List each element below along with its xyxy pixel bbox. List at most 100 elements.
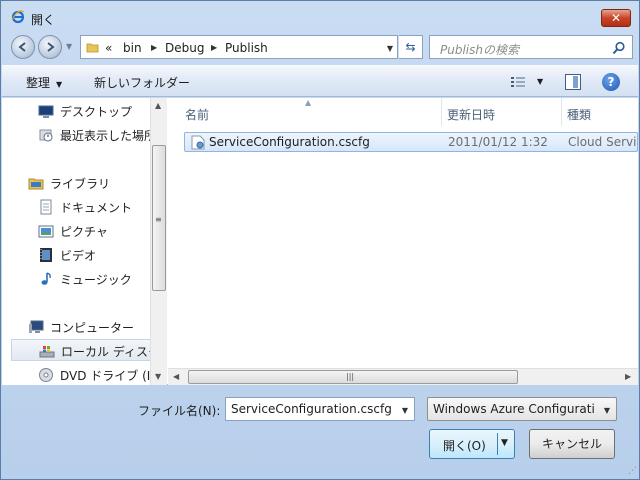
nav-item-label: コンピューター xyxy=(50,321,135,335)
filename-label: ファイル名(N): xyxy=(138,404,221,418)
organize-button[interactable]: 整理 ▼ xyxy=(26,74,62,91)
nav-item-label: ドキュメント xyxy=(60,201,133,215)
filename-value: ServiceConfiguration.cscfg xyxy=(231,402,392,416)
navigation-pane: デスクトップ 最近表示した場所 ライブラリ ドキュメント ピクチャ ビデオ ミュ… xyxy=(2,98,150,385)
forward-arrow-icon xyxy=(47,42,55,52)
view-dropdown-icon[interactable]: ▼ xyxy=(537,77,543,86)
scroll-left-icon[interactable]: ◀ xyxy=(173,372,179,381)
open-file-dialog: 開く ✕ ▼ « bin ▶ Debug ▶ Publish ▼ ⇆ Publi… xyxy=(0,0,640,480)
column-header-date[interactable]: 更新日時 xyxy=(442,98,562,126)
refresh-button[interactable]: ⇆ xyxy=(399,35,423,59)
breadcrumb-debug[interactable]: Debug xyxy=(165,41,204,55)
resize-grip-icon[interactable]: ⋰ xyxy=(628,466,637,476)
breadcrumb-separator-icon[interactable]: ▶ xyxy=(211,43,217,52)
file-type-select[interactable]: Windows Azure Configuratio ▼ xyxy=(427,397,617,421)
organize-label: 整理 xyxy=(26,76,51,90)
dvd-drive-icon xyxy=(39,368,53,382)
nav-item-label: ビデオ xyxy=(60,249,97,263)
column-header-type[interactable]: 種類 xyxy=(562,98,638,126)
address-dropdown-icon[interactable]: ▼ xyxy=(387,44,393,53)
nav-item-recent-places[interactable]: 最近表示した場所 xyxy=(2,124,150,146)
nav-item-local-disk[interactable]: ローカル ディスク xyxy=(11,339,150,361)
cancel-button[interactable]: キャンセル xyxy=(529,429,615,459)
navigation-pane-scrollbar[interactable]: ▲ ≡ ▼ xyxy=(150,98,167,385)
search-icon[interactable] xyxy=(612,41,626,55)
navigation-bar: ▼ « bin ▶ Debug ▶ Publish ▼ ⇆ Publishの検索 xyxy=(1,33,639,61)
breadcrumb-bin[interactable]: bin xyxy=(123,41,142,55)
address-bar[interactable]: « bin ▶ Debug ▶ Publish ▼ xyxy=(80,35,398,59)
nav-item-dvd-drive[interactable]: DVD ドライブ (I xyxy=(2,364,150,385)
nav-item-videos[interactable]: ビデオ xyxy=(2,244,150,266)
nav-item-computer[interactable]: コンピューター xyxy=(2,316,150,338)
scroll-down-icon[interactable]: ▼ xyxy=(155,372,161,381)
refresh-icon: ⇆ xyxy=(405,40,416,54)
new-folder-button[interactable]: 新しいフォルダー xyxy=(94,74,190,91)
content-area: デスクトップ 最近表示した場所 ライブラリ ドキュメント ピクチャ ビデオ ミュ… xyxy=(2,98,638,385)
scroll-right-icon[interactable]: ▶ xyxy=(625,372,631,381)
breadcrumb-publish[interactable]: Publish xyxy=(225,41,268,55)
nav-item-libraries[interactable]: ライブラリ xyxy=(2,172,150,194)
file-name: ServiceConfiguration.cscfg xyxy=(209,135,370,149)
back-button[interactable] xyxy=(11,35,35,59)
file-date: 2011/01/12 1:32 xyxy=(448,135,548,149)
search-box[interactable]: Publishの検索 xyxy=(429,35,633,59)
nav-item-documents[interactable]: ドキュメント xyxy=(2,196,150,218)
breadcrumb-separator-icon[interactable]: ▶ xyxy=(151,43,157,52)
column-date-label: 更新日時 xyxy=(447,108,496,122)
music-icon xyxy=(41,272,51,285)
scroll-up-icon[interactable]: ▲ xyxy=(155,101,161,110)
window-title: 開く xyxy=(31,13,56,27)
column-type-label: 種類 xyxy=(567,108,592,122)
pictures-icon xyxy=(38,225,54,238)
file-row[interactable]: ServiceConfiguration.cscfg 2011/01/12 1:… xyxy=(184,132,638,152)
view-options-icon[interactable] xyxy=(510,75,526,89)
search-input[interactable]: Publishの検索 xyxy=(440,41,519,58)
nav-item-label: デスクトップ xyxy=(60,105,133,119)
nav-item-label: ピクチャ xyxy=(60,225,108,239)
sort-ascending-icon: ▲ xyxy=(305,98,312,107)
open-button-label: 開く(O) xyxy=(443,439,486,453)
file-list: 名前 ▲ 更新日時 種類 ServiceConfiguration.cscfg … xyxy=(168,98,638,385)
scroll-grip-icon: ≡ xyxy=(155,215,162,224)
nav-item-pictures[interactable]: ピクチャ xyxy=(2,220,150,242)
split-divider xyxy=(497,433,498,455)
column-header-name[interactable]: 名前 ▲ xyxy=(168,98,442,126)
nav-item-label: ローカル ディスク xyxy=(61,345,150,359)
open-button[interactable]: 開く(O) ▼ xyxy=(429,429,515,459)
scroll-grip-icon: ||| xyxy=(346,372,355,381)
nav-item-label: ライブラリ xyxy=(50,177,111,191)
help-icon[interactable]: ? xyxy=(602,73,620,91)
local-disk-icon xyxy=(39,346,55,358)
nav-item-desktop[interactable]: デスクトップ xyxy=(2,100,150,122)
chevron-down-icon[interactable]: ▼ xyxy=(402,406,408,415)
file-type-value: Windows Azure Configuratio xyxy=(433,402,595,416)
documents-icon xyxy=(40,199,52,215)
forward-button[interactable] xyxy=(38,35,62,59)
computer-icon xyxy=(29,320,44,333)
open-options-dropdown-icon[interactable]: ▼ xyxy=(501,438,508,448)
nav-item-music[interactable]: ミュージック xyxy=(2,268,150,290)
filename-field[interactable]: ServiceConfiguration.cscfg ▼ xyxy=(225,397,415,421)
chevron-down-icon[interactable]: ▼ xyxy=(604,406,610,415)
breadcrumb-overflow[interactable]: « xyxy=(105,41,112,55)
nav-item-label: ミュージック xyxy=(60,273,132,287)
recent-places-icon xyxy=(39,129,53,142)
library-icon xyxy=(28,178,44,190)
nav-item-label: 最近表示した場所 xyxy=(60,129,150,143)
title-bar: 開く ✕ xyxy=(1,1,639,31)
file-list-horizontal-scrollbar[interactable]: ◀ ||| ▶ xyxy=(168,368,638,385)
internet-explorer-icon xyxy=(11,10,25,24)
back-arrow-icon xyxy=(18,42,26,52)
preview-pane-icon[interactable] xyxy=(565,74,581,90)
config-file-icon xyxy=(191,135,205,150)
recent-pages-dropdown[interactable]: ▼ xyxy=(66,42,72,51)
videos-icon xyxy=(40,248,52,262)
file-type: Cloud Servi xyxy=(568,135,637,149)
close-button[interactable]: ✕ xyxy=(601,9,631,27)
column-name-label: 名前 xyxy=(185,108,210,122)
desktop-icon xyxy=(38,105,54,118)
folder-icon xyxy=(86,43,99,53)
chevron-down-icon: ▼ xyxy=(56,80,63,89)
command-toolbar: 整理 ▼ 新しいフォルダー ▼ ? xyxy=(2,65,638,97)
nav-item-label: DVD ドライブ (I xyxy=(60,369,150,383)
